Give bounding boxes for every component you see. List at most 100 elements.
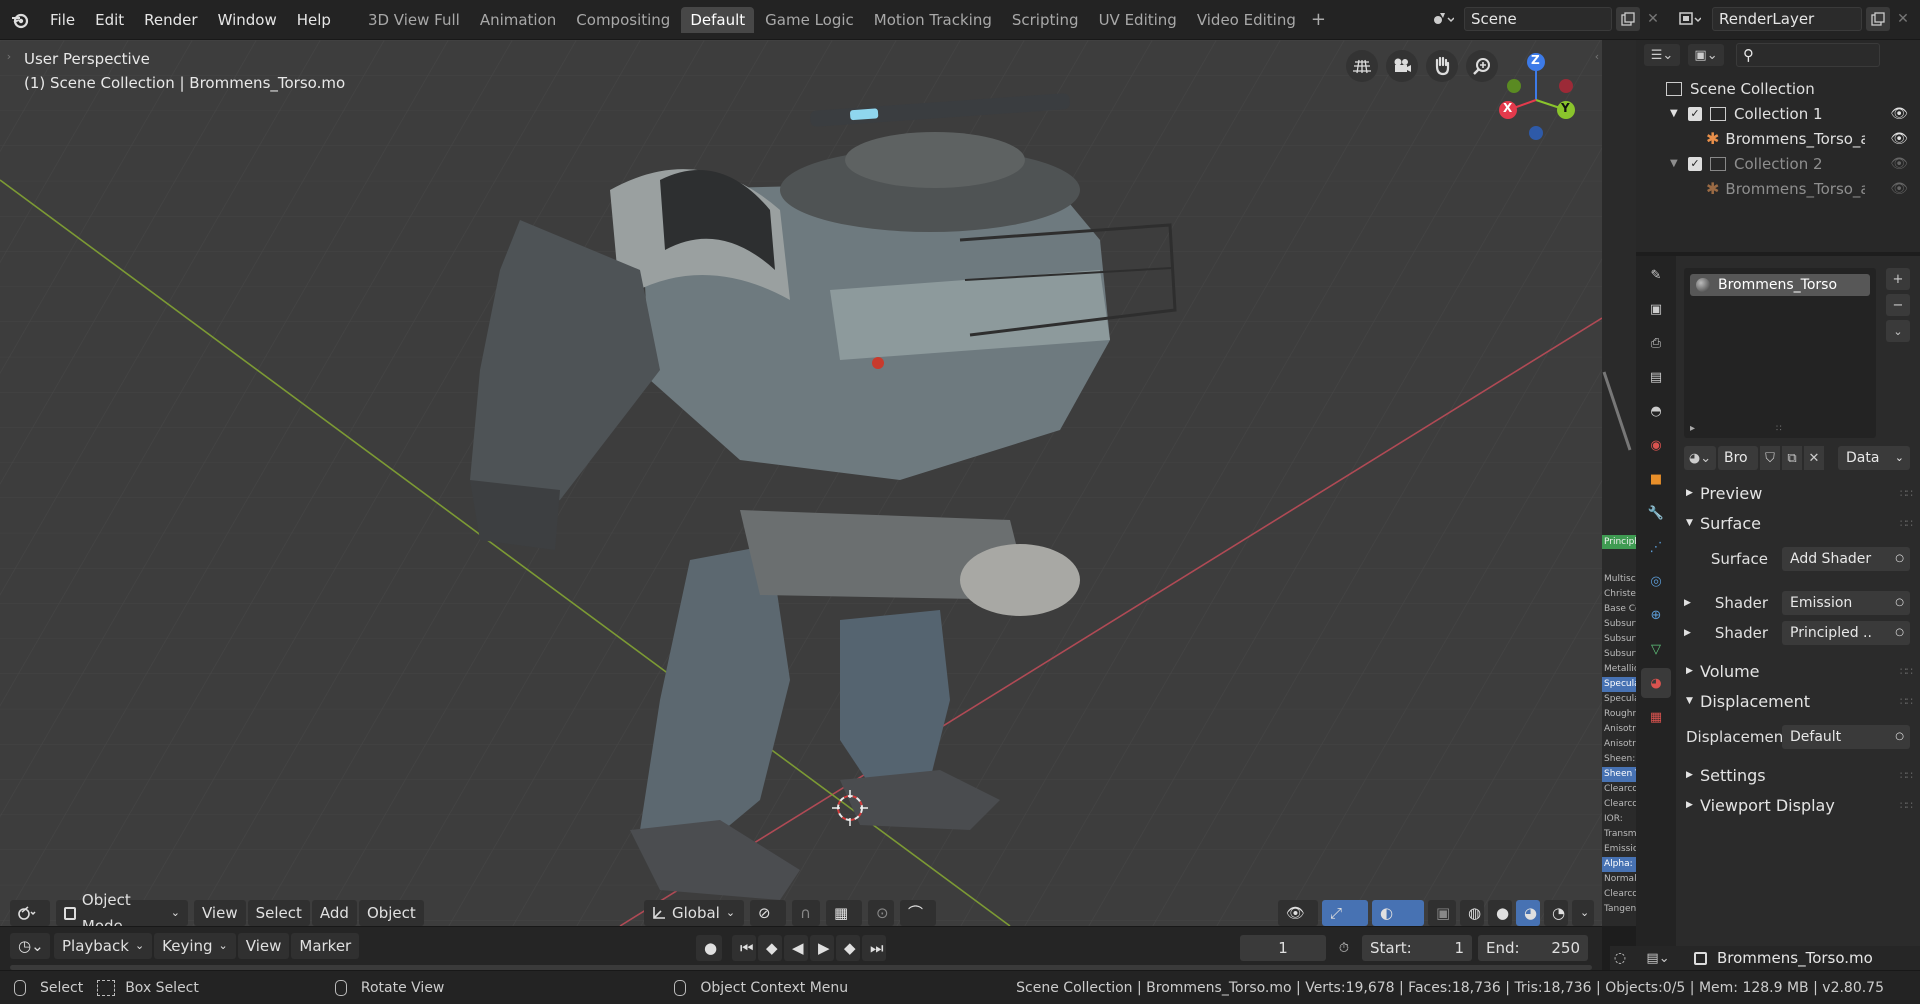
expand-list-icon[interactable]: ▸ — [1690, 423, 1695, 434]
tab-motion-tracking[interactable]: Motion Tracking — [865, 7, 1001, 33]
menu-file[interactable]: File — [40, 7, 85, 33]
disclosure-triangle-icon[interactable]: ▼ — [1670, 108, 1688, 119]
drag-grip-icon[interactable]: ∷∷ — [1900, 695, 1913, 708]
tab-game-logic[interactable]: Game Logic — [756, 7, 863, 33]
snap-target-icon[interactable]: ▦ — [826, 900, 862, 926]
node-input-socket[interactable]: Metallic — [1602, 662, 1636, 677]
timeline-menu-playback[interactable]: Playback ⌄ — [54, 933, 153, 959]
sidebar-toggle-icon[interactable]: ‹ — [1592, 50, 1602, 63]
add-slot-icon[interactable]: + — [1886, 268, 1910, 290]
particles-tab-icon[interactable]: ⋰ — [1641, 532, 1671, 562]
outliner-editor-type-icon[interactable]: ☰⌄ — [1644, 44, 1680, 66]
viewport-menu-view[interactable]: View — [194, 900, 246, 926]
object-data-tab-icon[interactable]: ▽ — [1641, 634, 1671, 664]
drag-grip-icon[interactable]: ∷∷ — [1900, 665, 1913, 678]
node-input-socket[interactable]: Base Col — [1602, 602, 1636, 617]
jump-end-icon[interactable]: ⏭ — [862, 935, 886, 961]
3d-viewport[interactable]: User Perspective (1) Scene Collection | … — [0, 40, 1602, 926]
tab-3d-view-full[interactable]: 3D View Full — [359, 7, 469, 33]
toggle-perspective-icon[interactable] — [1346, 50, 1378, 82]
xray-icon[interactable]: ▣ — [1428, 900, 1456, 926]
pivot-point-icon[interactable]: ⊘ — [750, 900, 786, 926]
node-input-socket[interactable]: Specula — [1602, 677, 1636, 692]
shading-options-icon[interactable]: ⌄ — [1572, 900, 1594, 926]
jump-start-icon[interactable]: ⏮ — [732, 935, 756, 961]
surface-panel-header[interactable]: ▼ Surface ∷∷ — [1676, 508, 1920, 538]
drag-grip-icon[interactable]: ∷∷ — [1900, 799, 1913, 812]
render-tab-icon[interactable]: ▣ — [1641, 294, 1671, 324]
node-input-socket[interactable]: Subsurfa — [1602, 617, 1636, 632]
list-resize-grip-icon[interactable]: ∷ — [1776, 424, 1782, 434]
viewport-menu-object[interactable]: Object — [358, 900, 424, 926]
pan-view-hand-icon[interactable] — [1426, 50, 1458, 82]
node-input-socket[interactable]: Subsurf.. — [1602, 647, 1636, 662]
outliner-row-collection-2[interactable]: ▼ ✓ Collection 2 👁 — [1636, 151, 1920, 176]
object-mode-dropdown[interactable]: Object Mode ⌄ — [56, 891, 188, 926]
object-tab-icon[interactable]: ■ — [1641, 464, 1671, 494]
viewport-menu-add[interactable]: Add — [311, 900, 357, 926]
tool-settings-tab-icon[interactable]: ✎ — [1641, 260, 1671, 290]
texture-tab-icon[interactable]: ▦ — [1641, 702, 1671, 732]
timeline-menu-marker[interactable]: Marker — [291, 933, 360, 959]
gizmo-toggle-icon[interactable]: ⤢ — [1322, 900, 1368, 926]
node-input-socket[interactable]: Specula — [1602, 692, 1636, 707]
checkbox-checked-icon[interactable]: ✓ — [1688, 156, 1702, 171]
surface-shader-button[interactable]: Add Shader ○ — [1782, 547, 1910, 571]
collapsed-triangle-icon[interactable]: ▶ — [1676, 628, 1694, 638]
node-input-socket[interactable]: Anisotro — [1602, 722, 1636, 737]
node-input-socket[interactable]: Clearcoa — [1602, 887, 1636, 902]
timeline-editor-type-icon[interactable]: ◷⌄ — [10, 933, 50, 959]
modifier-tab-icon[interactable]: 🔧 — [1641, 498, 1671, 528]
material-name-field[interactable]: Bro — [1718, 446, 1758, 470]
collapsed-triangle-icon[interactable]: ▶ — [1676, 598, 1694, 608]
transform-orientation-dropdown[interactable]: Global ⌄ — [644, 900, 744, 926]
node-input-socket[interactable]: IOR: — [1602, 812, 1636, 827]
eye-icon[interactable]: 👁 — [1890, 156, 1908, 172]
camera-view-icon[interactable] — [1386, 50, 1418, 82]
viewport-display-panel-header[interactable]: ▶ Viewport Display ∷∷ — [1676, 790, 1920, 820]
outliner-search-input[interactable]: ⚲ — [1736, 43, 1880, 67]
node-input-socket[interactable]: Sheen: — [1602, 752, 1636, 767]
scene-name-field[interactable]: Scene — [1464, 7, 1612, 31]
render-layer-icon[interactable] — [1672, 10, 1708, 28]
tab-scripting[interactable]: Scripting — [1003, 7, 1088, 33]
node-input-socket[interactable]: Emission — [1602, 842, 1636, 857]
output-tab-icon[interactable]: ⎙ — [1641, 328, 1671, 358]
node-input-socket[interactable]: Tangent — [1602, 902, 1636, 917]
duplicate-material-icon[interactable]: ⧉ — [1782, 446, 1802, 470]
timeline-menu-keying[interactable]: Keying ⌄ — [154, 933, 236, 959]
eye-icon[interactable]: 👁 — [1890, 181, 1908, 197]
scene-icon[interactable] — [1426, 10, 1460, 28]
material-slot-list[interactable]: Brommens_Torso ▸ ∷ — [1684, 268, 1876, 438]
proportional-falloff-icon[interactable]: ⌒ — [900, 900, 936, 926]
shader-emission-button[interactable]: Emission ○ — [1782, 591, 1910, 615]
add-workspace-button[interactable]: + — [1311, 9, 1326, 30]
shader-node-strip[interactable]: Principle MultiscatChristensBase ColSubs… — [1602, 40, 1636, 926]
outliner-row-scene-collection[interactable]: Scene Collection — [1636, 76, 1920, 101]
drag-grip-icon[interactable]: ∷∷ — [1900, 487, 1913, 500]
preview-panel-header[interactable]: ▶ Preview ∷∷ — [1676, 478, 1920, 508]
tab-compositing[interactable]: Compositing — [567, 7, 679, 33]
render-layer-field[interactable]: RenderLayer — [1712, 7, 1862, 31]
material-browse-icon[interactable]: ◕⌄ — [1684, 446, 1716, 470]
node-input-socket[interactable]: Alpha: — [1602, 857, 1636, 872]
material-slot-item[interactable]: Brommens_Torso — [1690, 274, 1870, 296]
overlays-icon[interactable]: ◐ — [1372, 900, 1424, 926]
node-input-socket[interactable]: Multiscat — [1602, 572, 1636, 587]
toolbar-toggle-icon[interactable]: › — [4, 50, 14, 63]
eye-icon[interactable]: 👁 — [1890, 106, 1908, 122]
menu-edit[interactable]: Edit — [85, 7, 134, 33]
solid-shading-icon[interactable]: ● — [1488, 900, 1512, 926]
menu-render[interactable]: Render — [134, 7, 207, 33]
view-layer-tab-icon[interactable]: ▤ — [1641, 362, 1671, 392]
play-icon[interactable]: ▶ — [810, 935, 834, 961]
tab-video-editing[interactable]: Video Editing — [1188, 7, 1305, 33]
properties-editor-type-icon[interactable]: ▤⌄ — [1640, 951, 1676, 966]
physics-tab-icon[interactable]: ◎ — [1641, 566, 1671, 596]
slot-menu-icon[interactable]: ⌄ — [1886, 320, 1910, 342]
tab-animation[interactable]: Animation — [471, 7, 565, 33]
world-tab-icon[interactable]: ◉ — [1641, 430, 1671, 460]
viewport-menu-select[interactable]: Select — [247, 900, 310, 926]
drag-grip-icon[interactable]: ∷∷ — [1900, 769, 1913, 782]
end-frame-field[interactable]: End: 250 — [1478, 935, 1588, 961]
